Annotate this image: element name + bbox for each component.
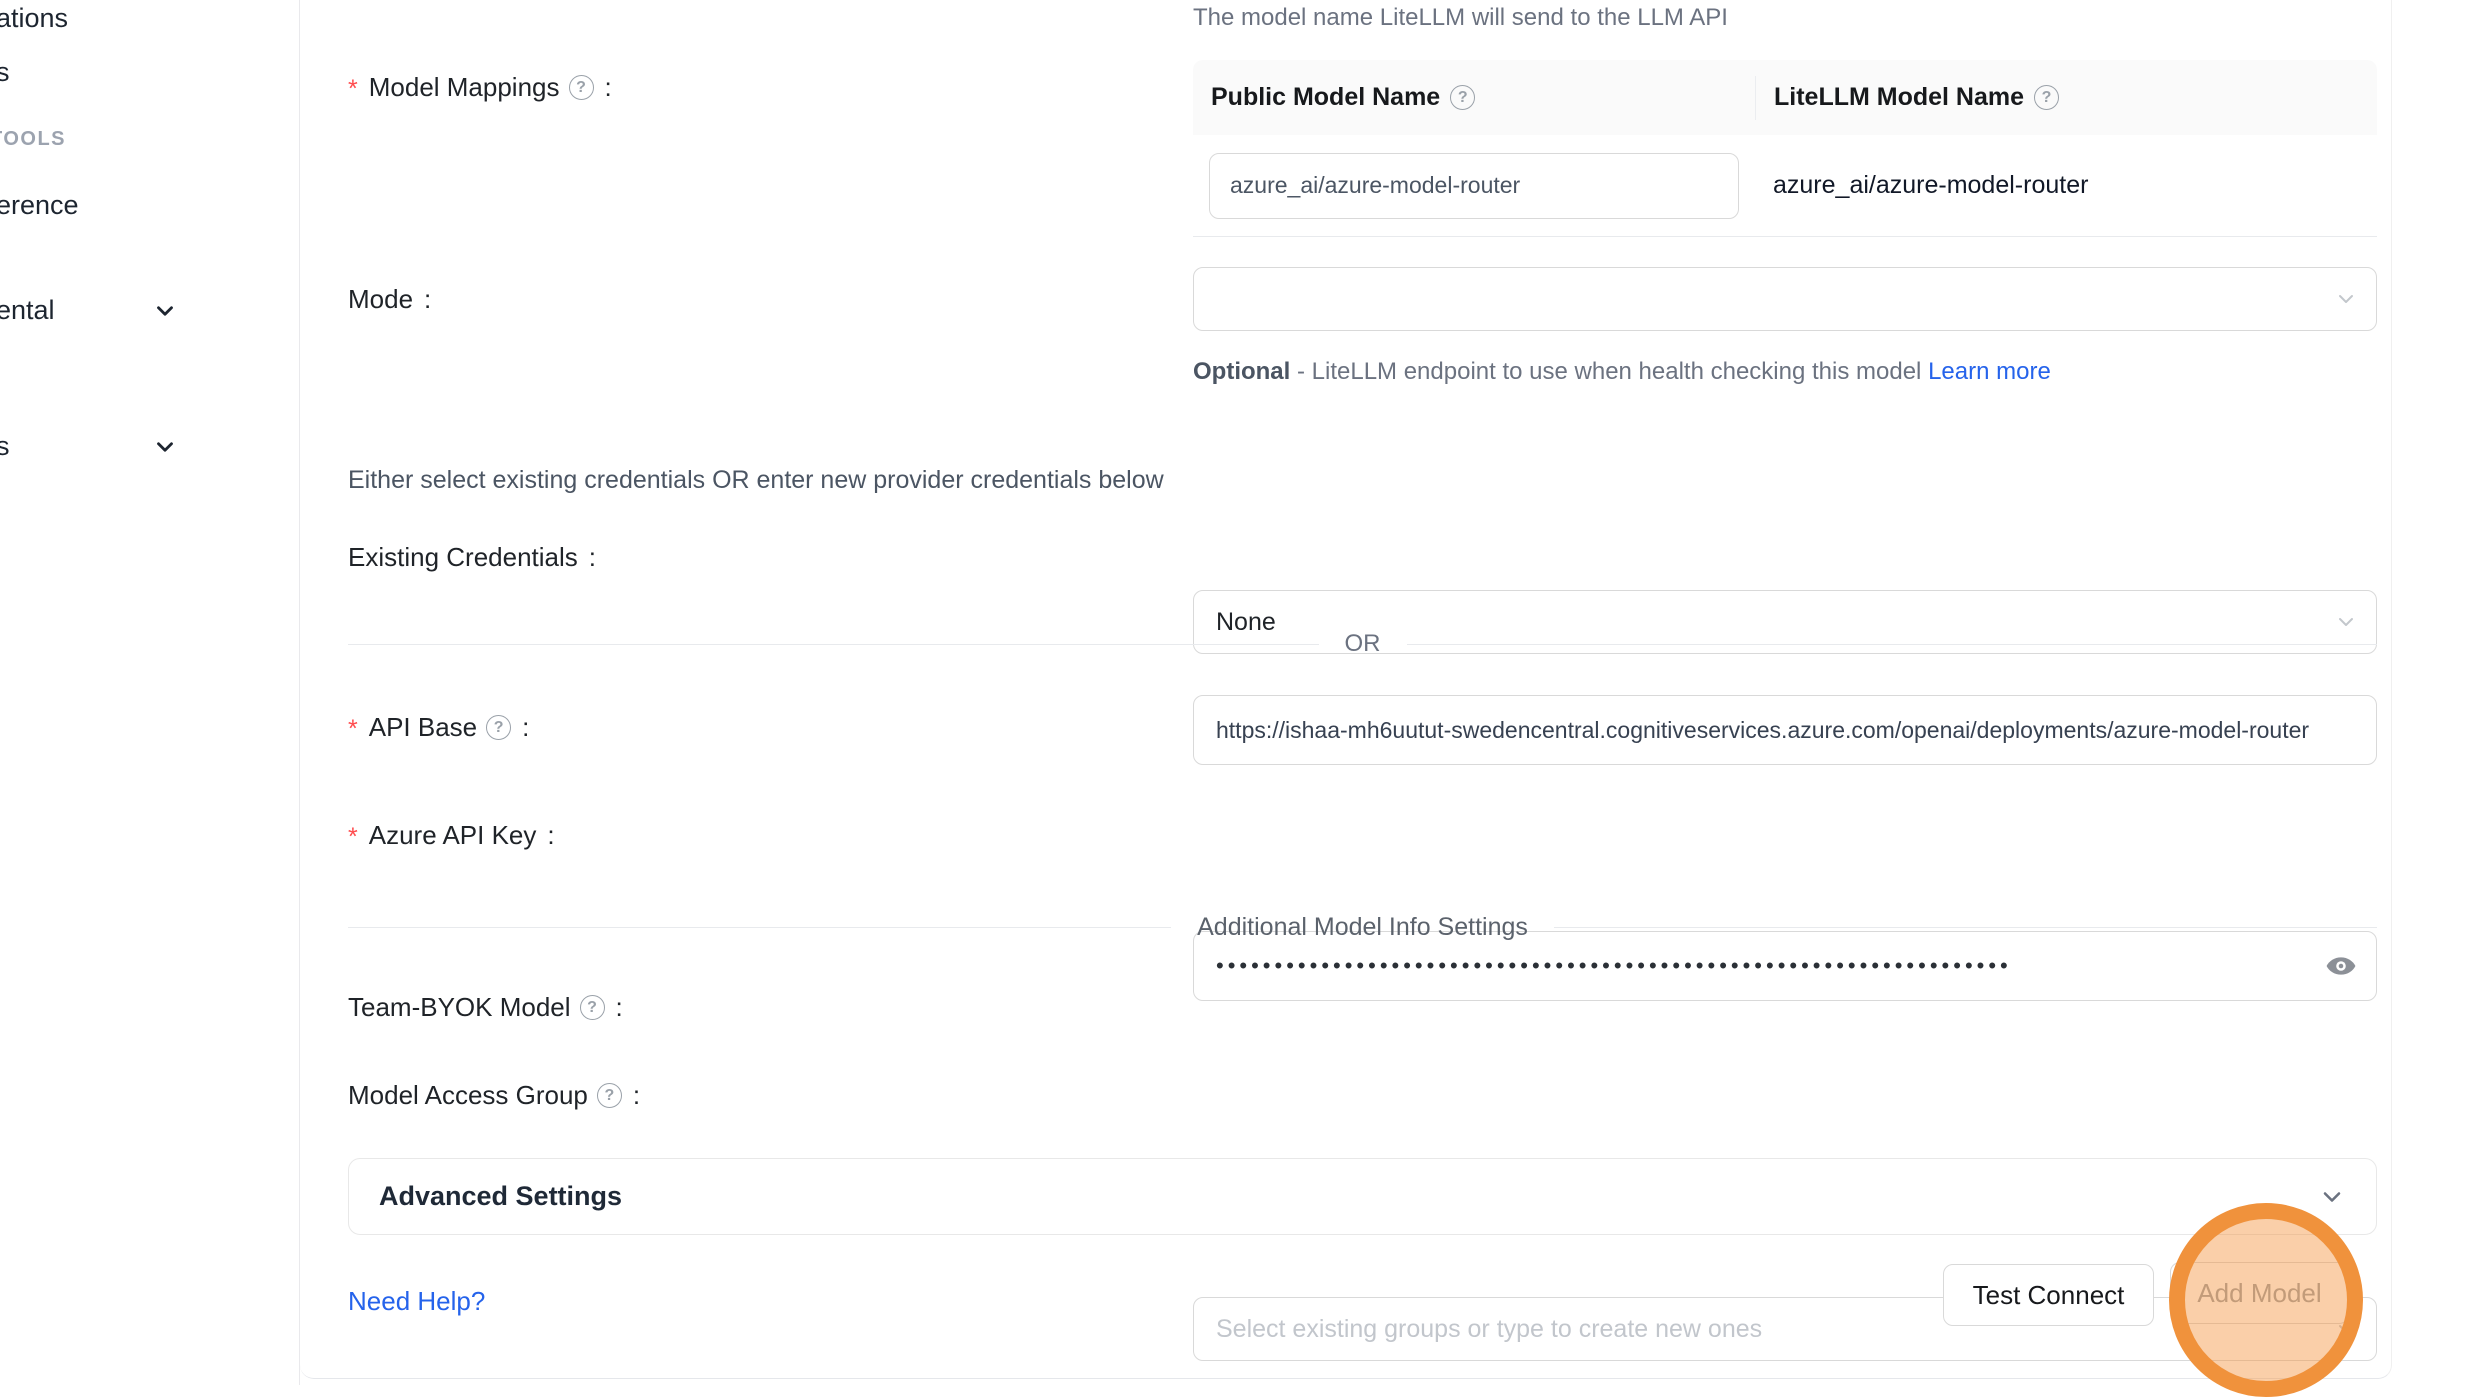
existing-credentials-label: Existing Credentials : [348,542,596,573]
learn-more-link[interactable]: Learn more [1928,358,2051,385]
litellm-model-name-value: azure_ai/azure-model-router [1739,171,2345,200]
required-asterisk: * [348,715,358,744]
chevron-down-icon [2334,287,2358,311]
public-model-name-input[interactable] [1209,153,1739,219]
model-mappings-label: * Model Mappings ? : [348,72,612,103]
help-icon[interactable]: ? [1450,85,1475,110]
need-help-link[interactable]: Need Help? [348,1286,485,1317]
chevron-down-icon [2318,1183,2346,1211]
model-mappings-table: Public Model Name ? LiteLLM Model Name ?… [1193,60,2377,237]
model-name-hint: The model name LiteLLM will send to the … [1193,4,1728,32]
additional-settings-divider: Additional Model Info Settings [348,913,2377,942]
sidebar-item-organizations[interactable]: ations [0,3,68,34]
column-header-public-model-name: Public Model Name ? [1193,83,1755,112]
test-connect-button[interactable]: Test Connect [1943,1264,2154,1326]
help-icon[interactable]: ? [597,1083,622,1108]
help-icon[interactable]: ? [2034,85,2059,110]
required-asterisk: * [348,75,358,104]
chevron-down-icon[interactable] [152,298,178,324]
advanced-settings-panel[interactable]: Advanced Settings [348,1158,2377,1235]
credentials-note: Either select existing credentials OR en… [348,466,1164,495]
sidebar-item-1[interactable]: s [0,57,10,88]
eye-icon[interactable] [2325,950,2357,982]
sidebar-item-settings[interactable]: s [0,431,10,462]
sidebar-item-experimental[interactable]: ental [0,295,55,326]
mode-label: Mode : [348,284,431,315]
api-base-input[interactable] [1193,695,2377,765]
add-model-button[interactable]: Add Model [2170,1262,2349,1324]
api-base-label: * API Base ? : [348,712,529,743]
azure-api-key-label: * Azure API Key : [348,820,555,851]
required-asterisk: * [348,823,358,852]
help-icon[interactable]: ? [580,995,605,1020]
mode-hint: Optional - LiteLLM endpoint to use when … [1193,352,2123,392]
team-byok-label: Team-BYOK Model ? : [348,992,623,1023]
table-header-row: Public Model Name ? LiteLLM Model Name ? [1193,60,2377,135]
help-icon[interactable]: ? [486,715,511,740]
add-model-form-card: The model name LiteLLM will send to the … [300,0,2392,1379]
column-header-litellm-model-name: LiteLLM Model Name ? [1755,76,2377,120]
chevron-down-icon[interactable] [152,434,178,460]
model-access-group-label: Model Access Group ? : [348,1080,640,1111]
advanced-settings-title: Advanced Settings [379,1181,2318,1212]
table-row: azure_ai/azure-model-router [1193,135,2377,237]
sidebar-section-tools: TOOLS [0,128,66,151]
help-icon[interactable]: ? [569,75,594,100]
mode-select[interactable] [1193,267,2377,331]
sidebar: ations s TOOLS erence ental s [0,0,300,1385]
or-divider: OR [348,630,2377,658]
sidebar-item-inference[interactable]: erence [0,190,79,221]
